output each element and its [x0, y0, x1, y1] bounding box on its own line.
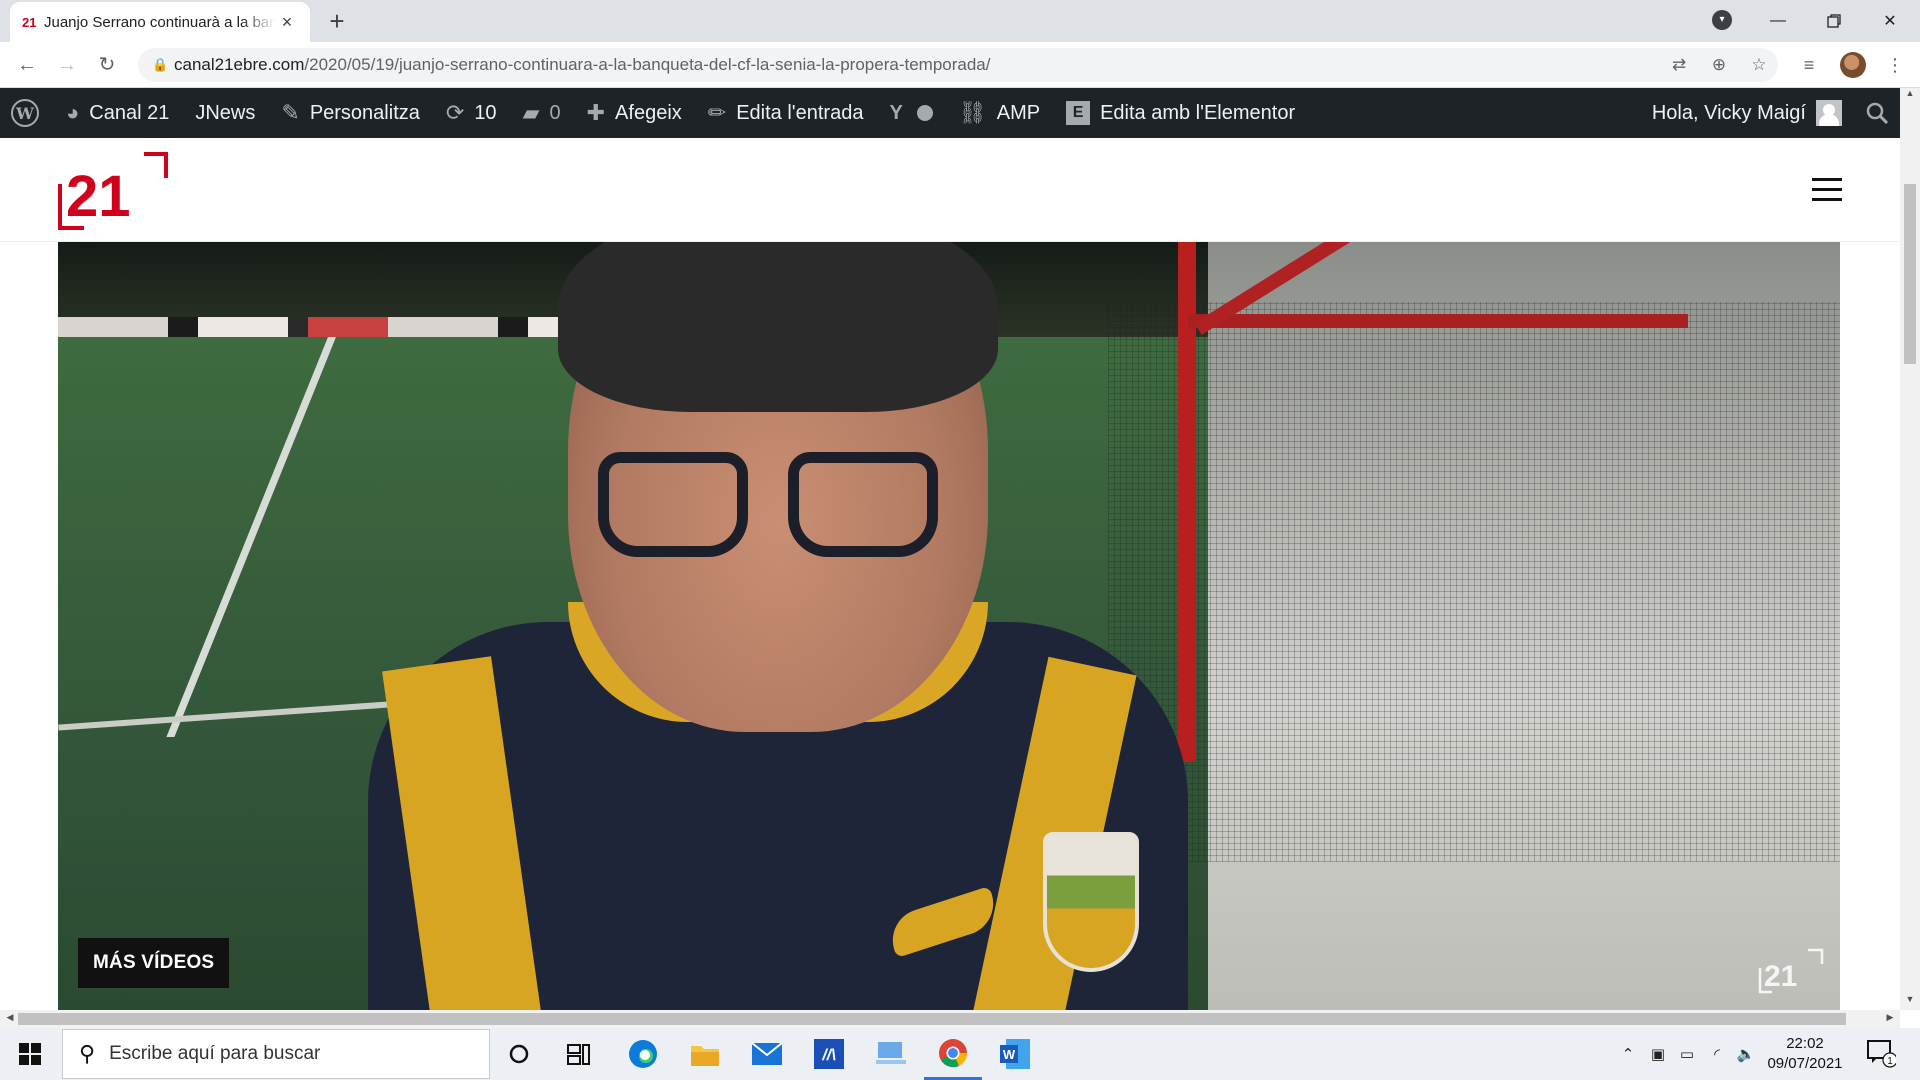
wp-amp[interactable]: ⛓ AMP: [946, 88, 1053, 138]
browser-toolbar: ← → ↻ 🔒 canal21ebre.com/2020/05/19/juanj…: [0, 42, 1920, 88]
back-icon[interactable]: ←: [12, 50, 42, 80]
close-window-icon[interactable]: ✕: [1862, 0, 1918, 42]
svg-text:21: 21: [66, 164, 131, 229]
pencil-icon: ✏: [707, 100, 727, 125]
svg-text:W: W: [1003, 1047, 1016, 1062]
wp-jnews[interactable]: JNews: [182, 88, 268, 138]
close-tab-icon[interactable]: ×: [276, 12, 298, 33]
app-icon[interactable]: //\: [800, 1028, 858, 1080]
yoast-icon[interactable]: Y: [876, 88, 945, 138]
svg-text://\: //\: [821, 1047, 836, 1064]
more-videos-button[interactable]: MÁS VÍDEOS: [78, 938, 230, 988]
browser-tab[interactable]: 21 Juanjo Serrano continuarà a la banque…: [10, 2, 310, 42]
cortana-icon[interactable]: [490, 1028, 548, 1080]
chrome-icon[interactable]: [924, 1028, 982, 1080]
windows-start-icon[interactable]: [0, 1028, 60, 1080]
battery-icon[interactable]: ▭: [1672, 1028, 1702, 1080]
svg-text:W: W: [15, 104, 35, 123]
new-tab-button[interactable]: +: [322, 6, 352, 36]
search-icon: ⚲: [79, 1041, 96, 1066]
wp-admin-bar: W ◕ Canal 21 JNews ✎ Personalitza ⟳ 10 ▰…: [0, 88, 1900, 138]
wp-edit-post[interactable]: ✏ Edita l'entrada: [695, 88, 877, 138]
zoom-icon[interactable]: ⊕: [1702, 48, 1736, 82]
volume-muted-icon[interactable]: 🔈: [1732, 1028, 1760, 1080]
word-icon[interactable]: W: [986, 1028, 1044, 1080]
seo-status-dot: [916, 105, 933, 121]
tab-search-icon[interactable]: ▾: [1712, 10, 1732, 30]
file-explorer-icon[interactable]: [676, 1028, 734, 1080]
meet-now-icon[interactable]: ▣: [1644, 1028, 1672, 1080]
mail-icon[interactable]: [738, 1028, 796, 1080]
wp-customize[interactable]: ✎ Personalitza: [268, 88, 433, 138]
wp-updates[interactable]: ⟳ 10: [433, 88, 510, 138]
vertical-scrollbar[interactable]: ▲ ▼: [1900, 88, 1920, 1010]
coach-figure: [368, 242, 1188, 1010]
comment-icon: ▰: [522, 100, 540, 125]
notifications-icon[interactable]: 1: [1866, 1038, 1898, 1068]
video-player[interactable]: 21: [58, 242, 1840, 1010]
task-view-icon[interactable]: [550, 1028, 608, 1080]
link-icon: ⛓: [958, 100, 987, 125]
video-watermark-logo: 21: [1758, 948, 1824, 994]
profile-avatar[interactable]: [1840, 52, 1866, 78]
windows-taskbar: ⚲ Escribe aquí para buscar //\ W ⌃ ▣ ▭ ◜…: [0, 1028, 1920, 1080]
taskbar-search[interactable]: ⚲ Escribe aquí para buscar: [62, 1029, 490, 1079]
svg-text:21: 21: [1764, 960, 1797, 993]
wifi-icon[interactable]: ◜: [1702, 1028, 1732, 1080]
lock-icon: 🔒: [152, 57, 169, 72]
canal21-logo[interactable]: 21: [58, 150, 170, 230]
tab-favicon: 21: [22, 14, 37, 30]
taskbar-clock[interactable]: 22:02 09/07/2021: [1760, 1034, 1850, 1074]
horizontal-scrollbar[interactable]: ◀ ▶: [0, 1010, 1900, 1028]
browser-tab-strip: 21 Juanjo Serrano continuarà a la banque…: [0, 0, 1920, 42]
wp-account[interactable]: Hola, Vicky Maigí: [1639, 88, 1806, 138]
menu-kebab-icon[interactable]: ⋮: [1880, 50, 1910, 80]
edge-icon[interactable]: [614, 1028, 672, 1080]
reload-icon[interactable]: ↻: [92, 50, 122, 80]
address-bar[interactable]: 🔒 canal21ebre.com/2020/05/19/juanjo-serr…: [138, 48, 1778, 82]
minimize-icon[interactable]: —: [1750, 0, 1806, 42]
forward-icon[interactable]: →: [52, 50, 82, 80]
user-avatar[interactable]: [1816, 100, 1842, 126]
wp-elementor[interactable]: E Edita amb l'Elementor: [1053, 88, 1308, 138]
maximize-icon[interactable]: [1806, 0, 1862, 42]
club-crest: [1043, 832, 1139, 972]
elementor-icon: E: [1066, 101, 1091, 125]
updates-icon: ⟳: [445, 100, 465, 125]
search-icon[interactable]: [1854, 88, 1900, 138]
wp-add-new[interactable]: ✚ Afegeix: [574, 88, 695, 138]
wordpress-logo-icon[interactable]: W: [0, 88, 53, 138]
tab-title: Juanjo Serrano continuarà a la banqueta …: [44, 13, 276, 31]
media-control-icon[interactable]: ≡: [1794, 50, 1824, 80]
wp-comments[interactable]: ▰ 0: [510, 88, 574, 138]
dashboard-icon: ◕: [66, 100, 80, 125]
url-text: canal21ebre.com/2020/05/19/juanjo-serran…: [174, 55, 991, 74]
desktop-icon[interactable]: [862, 1028, 920, 1080]
wp-site-name[interactable]: ◕ Canal 21: [53, 88, 182, 138]
menu-hamburger-icon[interactable]: [1812, 178, 1842, 202]
site-header: 21: [0, 138, 1900, 242]
bookmark-star-icon[interactable]: ☆: [1742, 48, 1776, 82]
svg-text:1: 1: [1887, 1056, 1893, 1067]
brush-icon: ✎: [281, 100, 300, 125]
translate-icon[interactable]: ⇄: [1662, 48, 1696, 82]
plus-icon: ✚: [586, 100, 606, 125]
tray-chevron-icon[interactable]: ⌃: [1614, 1028, 1642, 1080]
